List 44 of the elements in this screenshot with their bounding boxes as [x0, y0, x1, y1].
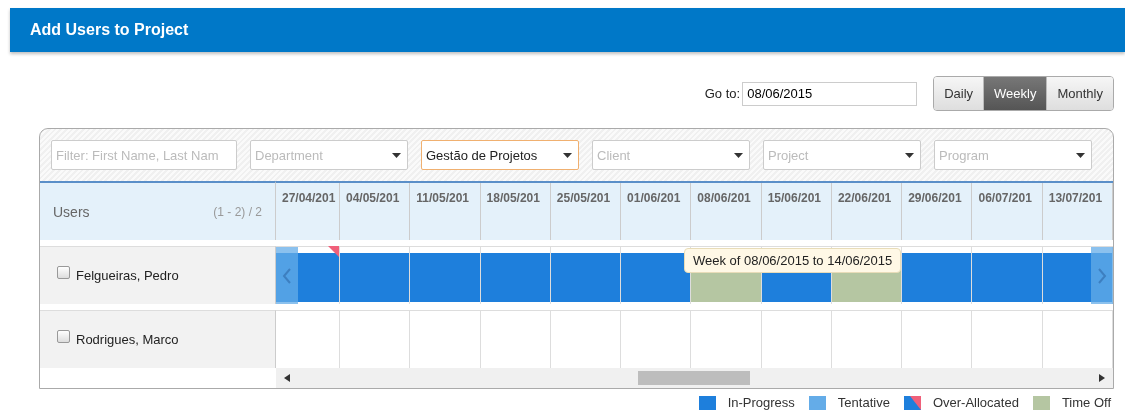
week-header: 04/05/201: [340, 183, 411, 240]
week-header: 27/04/201: [276, 183, 340, 240]
legend-label: Over-Allocated: [932, 395, 1019, 410]
go-to-label: Go to:: [704, 86, 741, 101]
scroll-left-icon[interactable]: [284, 374, 290, 382]
tooltip: Week of 08/06/2015 to 14/06/2015: [684, 248, 902, 273]
week-header: 01/06/201: [621, 183, 692, 240]
caret-icon: [905, 152, 914, 158]
view-mode-button[interactable]: Daily: [934, 77, 984, 110]
week-header: 22/06/201: [831, 183, 903, 240]
week-header: 11/05/201: [410, 183, 481, 240]
legend-label: Tentative: [837, 395, 890, 410]
users-count: (1 - 2) / 2: [213, 204, 262, 219]
horizontal-scrollbar[interactable]: [276, 368, 1113, 388]
caret-icon: [563, 152, 572, 158]
week-header: 18/05/201: [480, 183, 551, 240]
caret-icon: [1076, 152, 1085, 158]
scroll-thumb[interactable]: [638, 371, 750, 385]
scroll-right-icon[interactable]: [1099, 374, 1105, 382]
view-mode-button[interactable]: Monthly: [1046, 77, 1113, 110]
users-heading: Users: [53, 203, 90, 220]
week-header: 29/06/201: [902, 183, 973, 240]
user-name: Rodrigues, Marco: [76, 332, 179, 347]
next-button[interactable]: [1091, 247, 1113, 304]
previous-button[interactable]: [276, 247, 298, 304]
chevron-right-icon: [1097, 267, 1107, 284]
date-field[interactable]: 08/06/2015: [742, 81, 918, 106]
legend-label: Time Off: [1061, 395, 1111, 410]
week-header: 15/06/201: [761, 183, 832, 240]
name-filter-field[interactable]: Filter: First Name, Last Nam: [51, 140, 237, 170]
caret-icon: [734, 152, 743, 158]
window-title: Add Users to Project: [30, 21, 189, 39]
week-header: 25/05/201: [550, 183, 622, 240]
caret-icon: [392, 152, 401, 158]
week-header: 13/07/201: [1042, 183, 1113, 240]
checkbox[interactable]: [57, 266, 70, 279]
week-header: 08/06/201: [691, 183, 762, 240]
filter-dropdown[interactable]: Gestão de Projetos: [421, 140, 579, 170]
legend-label: In-Progress: [727, 395, 795, 410]
chevron-left-icon: [282, 267, 292, 284]
view-mode-button[interactable]: Weekly: [983, 77, 1047, 110]
checkbox[interactable]: [57, 330, 70, 343]
week-header: 06/07/201: [972, 183, 1043, 240]
user-name: Felgueiras, Pedro: [76, 268, 179, 283]
